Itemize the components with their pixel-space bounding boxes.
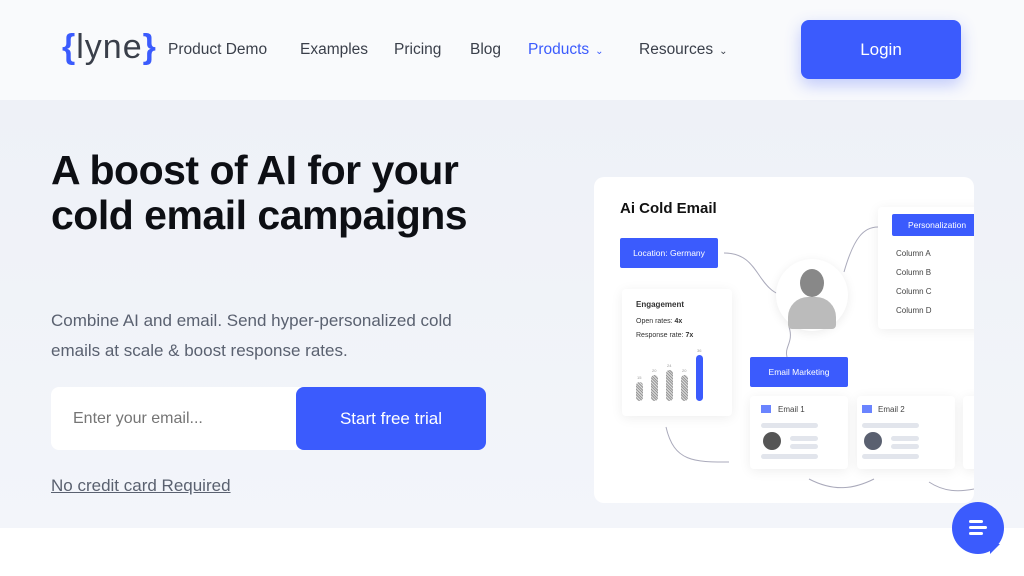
engagement-bar (666, 370, 673, 401)
login-button[interactable]: Login (801, 20, 961, 79)
engagement-bar-label: 15 (637, 374, 642, 380)
column-d: Column D (896, 306, 932, 315)
chevron-down-icon: ⌄ (595, 46, 604, 57)
nav-product-demo[interactable]: Product Demo (168, 41, 267, 59)
column-a: Column A (896, 249, 931, 258)
email-2-card: Email 2 (857, 396, 955, 469)
email-1-label: Email 1 (778, 405, 805, 414)
response-rate: Response rate: 7x (636, 332, 694, 339)
engagement-bar-label: 20 (652, 368, 657, 374)
no-credit-card-link[interactable]: No credit card Required (51, 476, 231, 496)
column-b: Column B (896, 268, 932, 277)
engagement-title: Engagement (636, 300, 685, 309)
personalization-tag: Personalization (892, 214, 974, 236)
nav-blog[interactable]: Blog (470, 41, 501, 59)
engagement-bar-chart: 15 20 24 20 36 (636, 348, 726, 401)
personalization-panel: Personalization Column A Column B Column… (878, 207, 974, 329)
engagement-bar (651, 375, 658, 401)
engagement-bar (681, 375, 688, 401)
chevron-down-icon: ⌄ (719, 46, 728, 57)
illustration-title: Ai Cold Email (620, 200, 717, 217)
nav-products-label: Products (528, 41, 590, 58)
avatar (776, 259, 848, 331)
email-3-card (963, 396, 974, 469)
engagement-bar-label: 20 (682, 368, 687, 374)
hero-title: A boost of AI for your cold email campai… (51, 147, 468, 238)
logo[interactable]: {lyne} (62, 28, 157, 67)
nav-resources-label: Resources (639, 41, 714, 58)
engagement-panel: Engagement Open rates: 4x Response rate:… (622, 289, 732, 416)
nav-pricing[interactable]: Pricing (394, 41, 441, 59)
engagement-bar-label: 24 (667, 363, 672, 369)
open-rates: Open rates: 4x (636, 318, 683, 325)
email-marketing-tag: Email Marketing (750, 357, 848, 387)
engagement-bar (696, 355, 703, 401)
engagement-bar (636, 381, 643, 401)
start-free-trial-button[interactable]: Start free trial (296, 387, 486, 450)
envelope-icon (862, 405, 872, 413)
engagement-bar-label: 36 (697, 348, 702, 353)
nav-examples[interactable]: Examples (300, 41, 368, 59)
nav-resources[interactable]: Resources ⌄ (639, 41, 727, 59)
email-input[interactable] (51, 387, 301, 450)
navbar: {lyne} Product Demo Examples Pricing Blo… (0, 0, 1024, 100)
ai-cold-email-illustration: Ai Cold Email Location: Germany Personal… (594, 177, 974, 503)
email-1-card: Email 1 (750, 396, 848, 469)
envelope-icon (761, 405, 771, 413)
email-2-label: Email 2 (878, 405, 905, 414)
location-tag: Location: Germany (620, 238, 718, 268)
column-c: Column C (896, 287, 932, 296)
nav-products[interactable]: Products ⌄ (528, 41, 604, 59)
chat-bubble-icon[interactable] (952, 502, 1004, 554)
hero-subtitle: Combine AI and email. Send hyper-persona… (51, 311, 452, 360)
